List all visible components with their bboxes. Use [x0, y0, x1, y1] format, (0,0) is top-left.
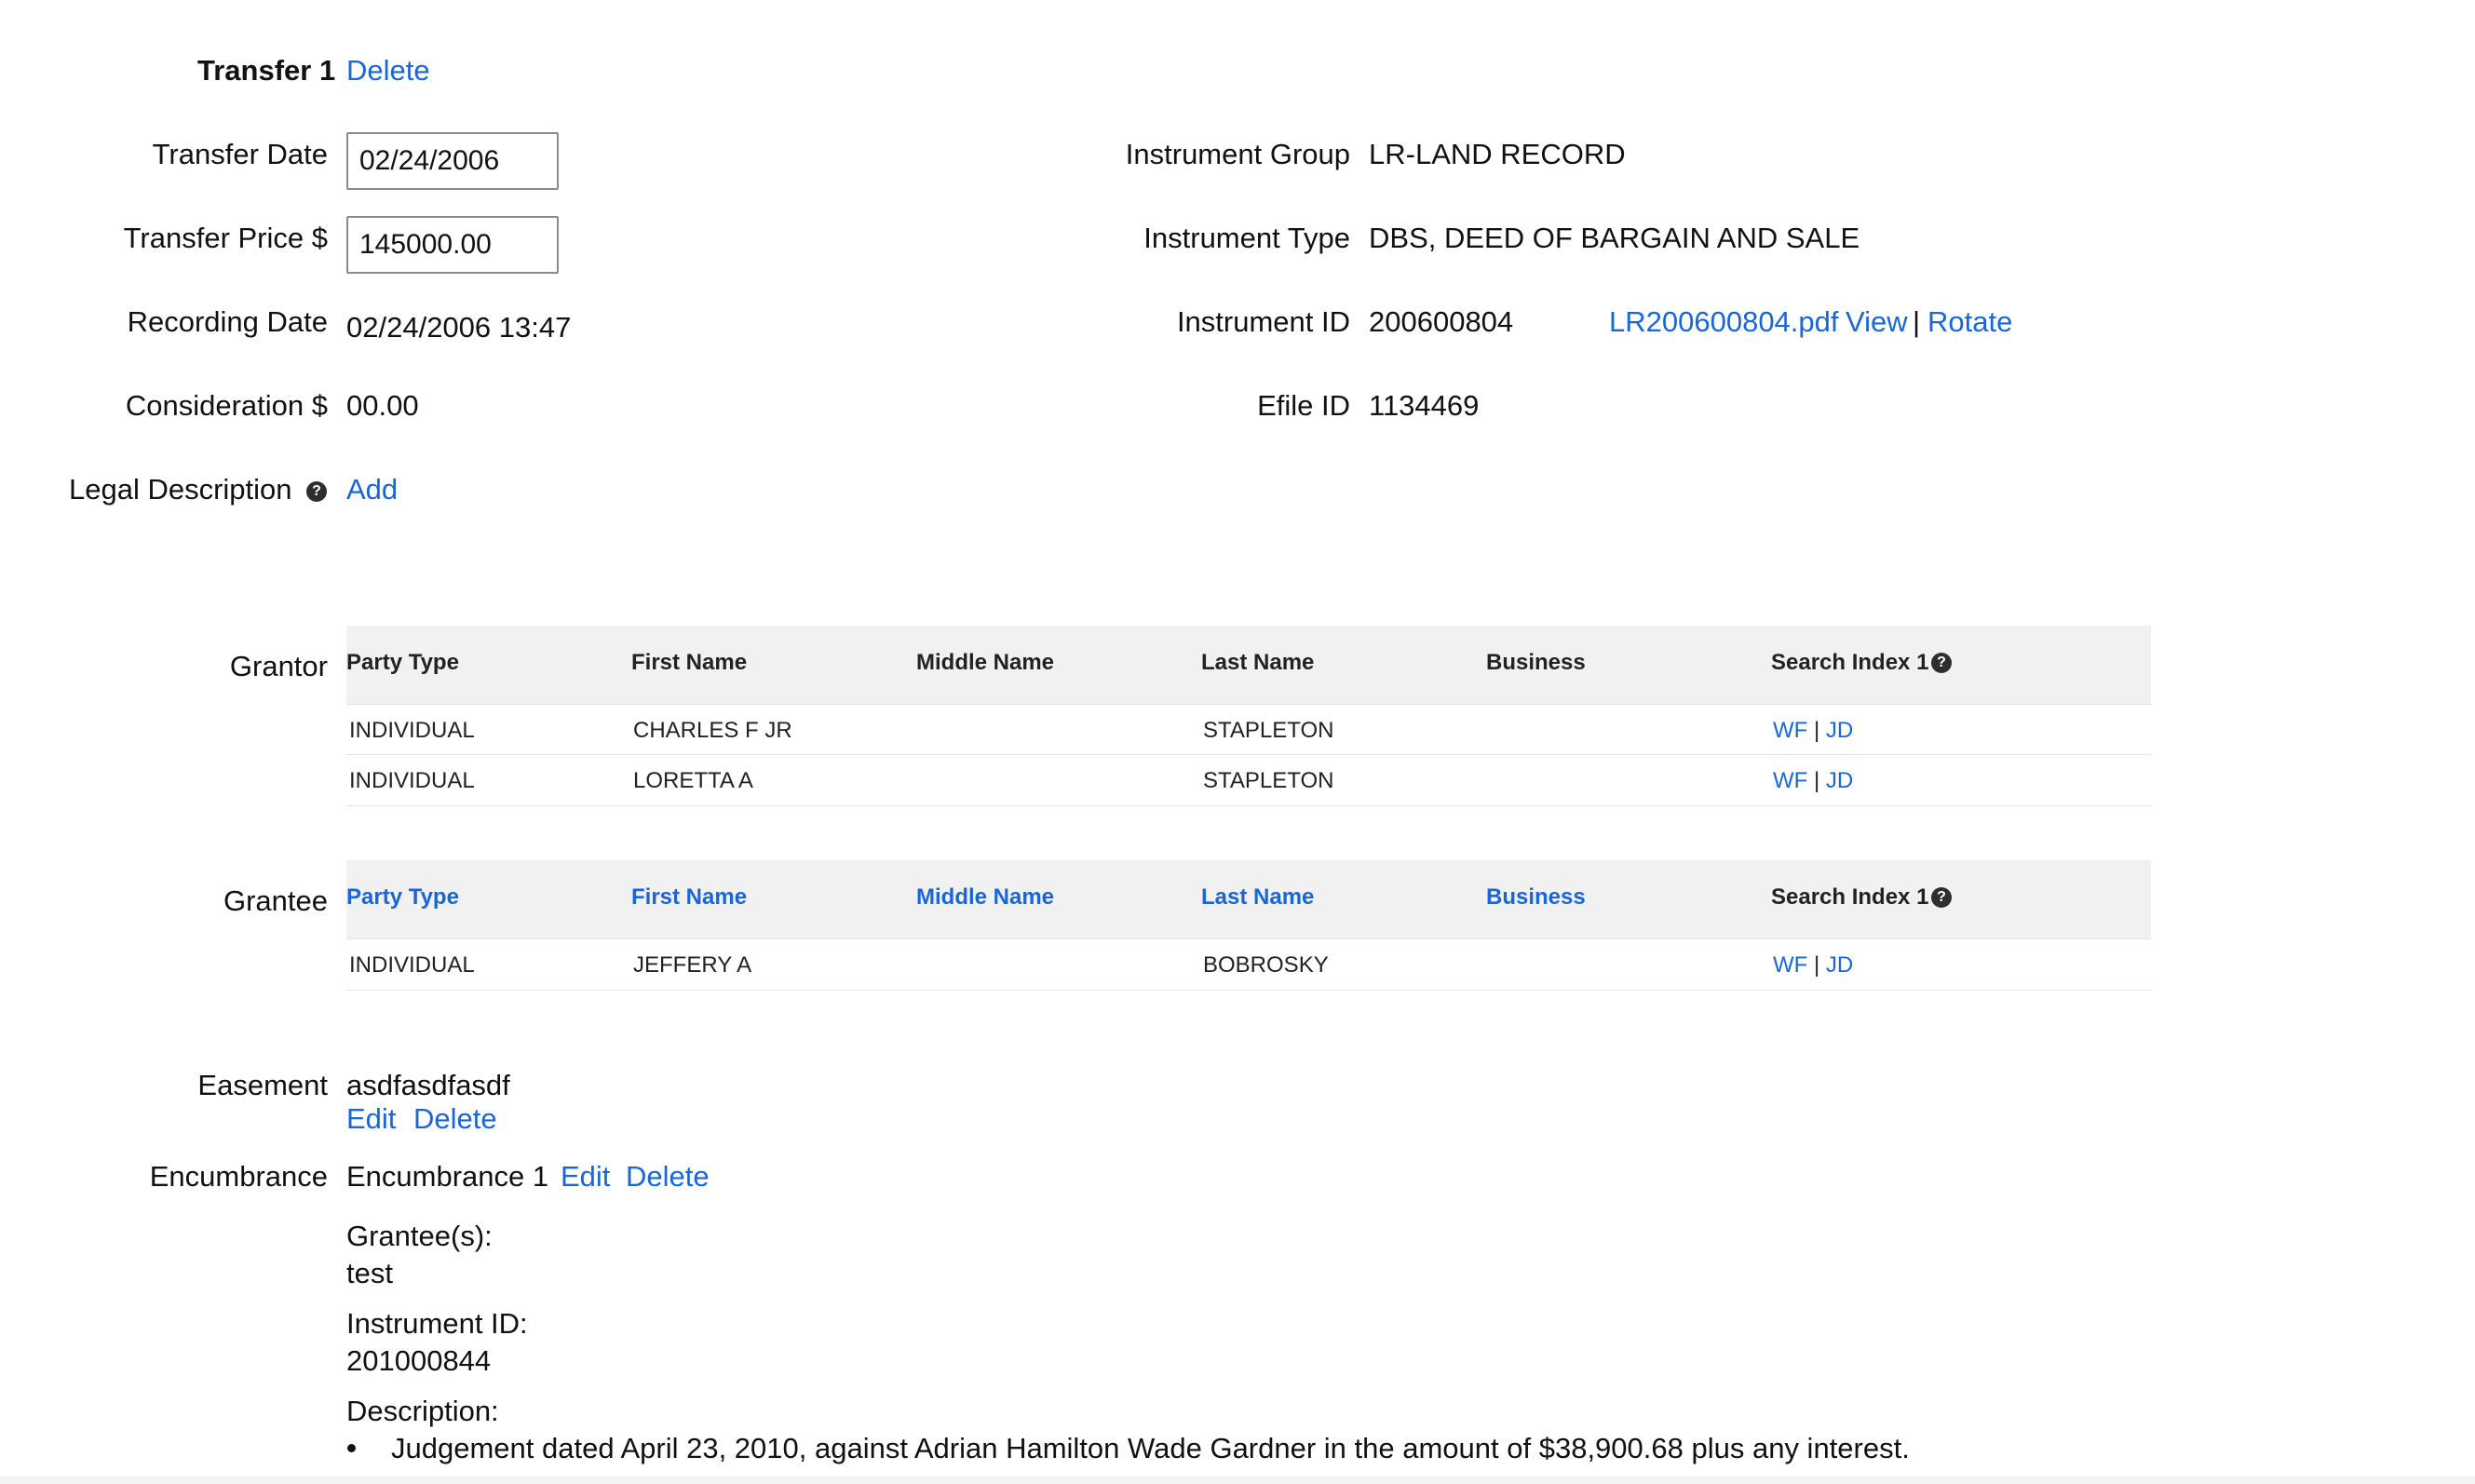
- rotate-pdf-link[interactable]: Rotate: [1927, 305, 2012, 339]
- recording-date-label: Recording Date: [127, 305, 328, 338]
- bottom-scroll-edge: [0, 1477, 2475, 1484]
- instrument-id-value: 200600804: [1369, 305, 1514, 338]
- jd-link[interactable]: JD: [1826, 768, 1853, 793]
- encumbrance-description-item: Judgement dated April 23, 2010, against …: [391, 1432, 1910, 1464]
- consideration-label: Consideration $: [125, 389, 328, 422]
- link-separator: |: [1813, 768, 1820, 793]
- link-separator: |: [1913, 305, 1921, 338]
- instrument-group-value: LR-LAND RECORD: [1369, 138, 1626, 170]
- sort-business[interactable]: Business: [1486, 884, 1586, 911]
- transfer-date-label: Transfer Date: [152, 138, 328, 170]
- cell-party-type: INDIVIDUAL: [349, 768, 475, 793]
- legal-description-label: Legal Description: [69, 473, 292, 506]
- cell-search-index: WF | JD: [1773, 768, 1853, 794]
- sort-last-name[interactable]: Last Name: [1201, 884, 1314, 911]
- link-separator: |: [1813, 718, 1820, 743]
- cell-last-name: BOBROSKY: [1203, 952, 1329, 978]
- sort-first-name[interactable]: First Name: [631, 884, 747, 911]
- col-middle-name: Middle Name: [916, 650, 1055, 675]
- cell-party-type: INDIVIDUAL: [349, 952, 475, 978]
- col-search-index: Search Index 1: [1771, 650, 1929, 675]
- col-first-name: First Name: [631, 650, 748, 675]
- transfer-detail-page: Transfer 1 Delete Transfer Date Transfer…: [0, 0, 2475, 1484]
- jd-link[interactable]: JD: [1826, 952, 1853, 978]
- efile-id-label: Efile ID: [1257, 389, 1350, 422]
- wf-link[interactable]: WF: [1773, 952, 1807, 978]
- transfer-price-input[interactable]: [346, 216, 559, 274]
- col-search-index: Search Index 1: [1771, 884, 1929, 910]
- edit-encumbrance-link[interactable]: Edit: [561, 1160, 610, 1194]
- easement-value: asdfasdfasdf: [346, 1069, 510, 1101]
- wf-link[interactable]: WF: [1773, 718, 1807, 743]
- instrument-type-value: DBS, DEED OF BARGAIN AND SALE: [1369, 222, 1860, 254]
- delete-easement-link[interactable]: Delete: [413, 1102, 497, 1136]
- cell-first-name: JEFFERY A: [633, 952, 752, 978]
- search-index-help-icon[interactable]: ?: [1931, 887, 1952, 908]
- encumbrance-instrument-value: 201000844: [346, 1344, 492, 1377]
- transfer-title: Transfer 1: [197, 54, 336, 87]
- transfer-price-label: Transfer Price $: [123, 222, 328, 254]
- instrument-group-label: Instrument Group: [1125, 138, 1350, 170]
- recording-date-value: 02/24/2006 13:47: [346, 311, 572, 344]
- cell-search-index: WF | JD: [1773, 718, 1853, 744]
- instrument-id-label: Instrument ID: [1176, 305, 1350, 338]
- sort-party-type[interactable]: Party Type: [346, 884, 459, 911]
- add-legal-description-link[interactable]: Add: [346, 473, 398, 506]
- table-row: INDIVIDUAL JEFFERY A BOBROSKY WF | JD: [346, 938, 2151, 991]
- consideration-value: 00.00: [346, 389, 419, 422]
- encumbrance-title: Encumbrance 1: [346, 1160, 549, 1193]
- delete-encumbrance-link[interactable]: Delete: [626, 1160, 710, 1194]
- grantee-table-header: Party Type First Name Middle Name Last N…: [346, 860, 2151, 938]
- encumbrance-instrument-label: Instrument ID:: [346, 1307, 528, 1340]
- transfer-date-input[interactable]: [346, 132, 559, 190]
- col-business: Business: [1486, 650, 1586, 675]
- grantor-table-header: Party Type First Name Middle Name Last N…: [346, 626, 2151, 704]
- table-row: INDIVIDUAL CHARLES F JR STAPLETON WF | J…: [346, 704, 2151, 755]
- legal-description-help-icon[interactable]: ?: [306, 481, 327, 502]
- encumbrance-grantees-label: Grantee(s):: [346, 1220, 493, 1252]
- edit-easement-link[interactable]: Edit: [346, 1102, 396, 1136]
- wf-link[interactable]: WF: [1773, 768, 1807, 793]
- cell-search-index: WF | JD: [1773, 952, 1853, 978]
- encumbrance-description-label: Description:: [346, 1395, 499, 1427]
- cell-first-name: LORETTA A: [633, 768, 753, 793]
- link-separator: |: [1813, 952, 1820, 978]
- cell-first-name: CHARLES F JR: [633, 718, 792, 743]
- delete-transfer-link[interactable]: Delete: [346, 54, 430, 88]
- cell-party-type: INDIVIDUAL: [349, 718, 475, 743]
- col-last-name: Last Name: [1201, 650, 1315, 675]
- cell-last-name: STAPLETON: [1203, 718, 1334, 743]
- efile-id-value: 1134469: [1369, 389, 1480, 422]
- easement-label: Easement: [197, 1069, 328, 1101]
- instrument-pdf-link[interactable]: LR200600804.pdf: [1609, 305, 1839, 339]
- cell-last-name: STAPLETON: [1203, 768, 1334, 793]
- view-pdf-link[interactable]: View: [1846, 305, 1908, 339]
- col-party-type: Party Type: [346, 650, 459, 675]
- encumbrance-grantees-value: test: [346, 1257, 393, 1289]
- grantor-label: Grantor: [229, 650, 328, 682]
- instrument-type-label: Instrument Type: [1143, 222, 1350, 254]
- search-index-help-icon[interactable]: ?: [1931, 653, 1952, 673]
- jd-link[interactable]: JD: [1826, 718, 1853, 743]
- sort-middle-name[interactable]: Middle Name: [916, 884, 1054, 911]
- grantee-label: Grantee: [223, 884, 328, 917]
- bullet-icon: [347, 1444, 356, 1452]
- encumbrance-label: Encumbrance: [149, 1160, 328, 1193]
- table-row: INDIVIDUAL LORETTA A STAPLETON WF | JD: [346, 754, 2151, 806]
